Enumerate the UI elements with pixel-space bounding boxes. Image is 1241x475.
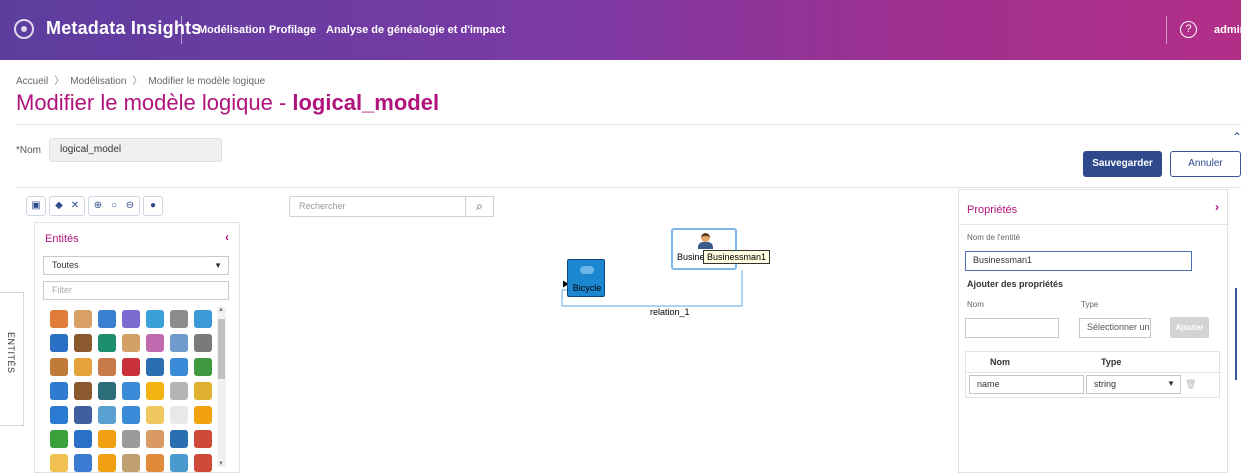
entity-name-input[interactable]: Businessman1 — [965, 251, 1192, 271]
dropdown-caret-icon: ▼ — [1167, 379, 1175, 388]
property-name-input[interactable] — [965, 318, 1059, 338]
add-property-button[interactable]: Ajouter — [1170, 317, 1209, 338]
relation-label[interactable]: relation_1 — [650, 307, 690, 317]
properties-panel: Propriétés › Nom de l'entité Businessman… — [958, 189, 1229, 473]
entity-node-label: Busine — [677, 252, 705, 262]
table-row-type-value: string — [1094, 379, 1117, 389]
entity-node-bicycle[interactable]: Bicycle — [567, 259, 605, 297]
table-row-type-select[interactable]: string ▼ — [1086, 375, 1181, 394]
add-properties-title: Ajouter des propriétés — [967, 279, 1064, 289]
table-row-name-input[interactable]: name — [969, 375, 1084, 394]
right-panel-edge — [1235, 288, 1237, 380]
table-header-type: Type — [1101, 357, 1122, 367]
bicycle-icon — [580, 266, 594, 274]
chevron-right-icon[interactable]: › — [1215, 200, 1219, 214]
table-header-name: Nom — [990, 357, 1010, 367]
property-name-label: Nom — [967, 300, 984, 309]
divider — [966, 372, 1221, 373]
entity-node-label: Bicycle — [572, 283, 602, 293]
properties-title: Propriétés — [967, 204, 1018, 216]
property-type-select[interactable]: Sélectionner un — [1079, 318, 1151, 338]
property-type-placeholder: Sélectionner un — [1087, 322, 1150, 332]
node-tooltip: Businessman1 — [703, 250, 771, 264]
divider — [959, 224, 1229, 225]
property-type-label: Type — [1081, 300, 1099, 309]
entity-name-label: Nom de l'entité — [967, 233, 1021, 242]
trash-icon[interactable]: 🗑 — [1185, 379, 1196, 390]
businessman-body — [698, 242, 713, 249]
businessman-icon — [701, 233, 710, 242]
